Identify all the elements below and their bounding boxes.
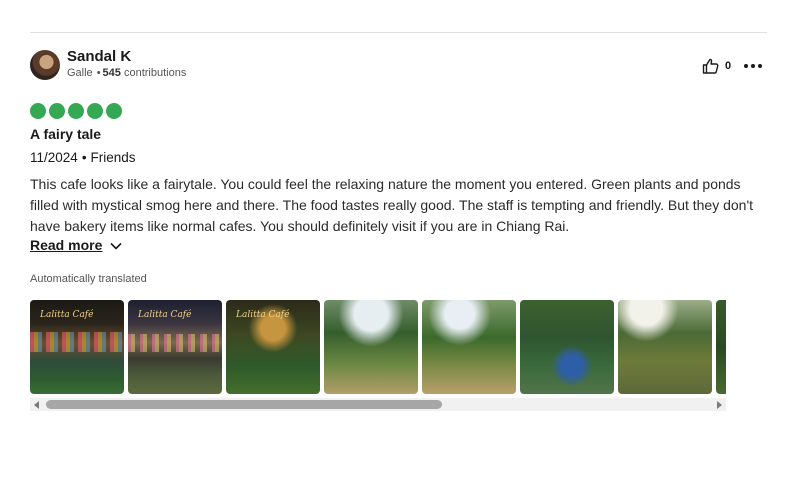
- top-divider: [30, 32, 767, 33]
- review-photo[interactable]: Lalitta Café: [128, 300, 222, 394]
- ellipsis-dot: [758, 64, 762, 68]
- gallery-scrollbar[interactable]: [30, 398, 726, 411]
- rating-bubble: [49, 103, 65, 119]
- rating-bubble: [87, 103, 103, 119]
- review-photo[interactable]: [618, 300, 712, 394]
- review-photo[interactable]: [520, 300, 614, 394]
- review-date-line: 11/2024 • Friends: [30, 150, 136, 165]
- meta-separator: •: [96, 67, 101, 79]
- more-options-button[interactable]: [744, 58, 762, 74]
- photo-decoration: [30, 332, 124, 352]
- user-meta: Galle • 545 contributions: [67, 67, 186, 79]
- scroll-left-arrow-icon[interactable]: [34, 401, 39, 409]
- chevron-down-icon: [110, 242, 122, 250]
- review-photo[interactable]: [422, 300, 516, 394]
- review-body: This cafe looks like a fairytale. You co…: [30, 176, 754, 234]
- rating-bubble: [106, 103, 122, 119]
- photo-sign: Lalitta Café: [138, 310, 192, 320]
- contributions-count: 545: [102, 67, 121, 79]
- photo-decoration: [128, 334, 222, 352]
- date-separator: •: [81, 150, 87, 165]
- review-photo[interactable]: Lalitta Café: [30, 300, 124, 394]
- scroll-right-arrow-icon[interactable]: [717, 401, 722, 409]
- trip-type: Friends: [90, 150, 136, 165]
- rating-bubble: [68, 103, 84, 119]
- user-name[interactable]: Sandal K: [67, 48, 131, 65]
- thumbs-up-icon: [702, 58, 719, 74]
- photo-sign: Lalitta Café: [236, 310, 290, 320]
- gallery-track: Lalitta Café Lalitta Café Lalitta Café: [30, 300, 726, 394]
- review-photo[interactable]: [324, 300, 418, 394]
- rating-bubble: [30, 103, 46, 119]
- contributions-label: contributions: [123, 67, 187, 79]
- translation-note: Automatically translated: [30, 273, 147, 285]
- ellipsis-dot: [751, 64, 755, 68]
- review-photo[interactable]: Lalitta Café: [226, 300, 320, 394]
- read-more-label: Read more: [30, 237, 103, 253]
- ellipsis-icon: [744, 64, 748, 68]
- avatar[interactable]: [30, 50, 60, 80]
- helpful-vote-button[interactable]: 0: [702, 58, 731, 74]
- review-title: A fairy tale: [30, 126, 102, 142]
- helpful-count: 0: [725, 60, 732, 72]
- read-more-button[interactable]: Read more: [30, 237, 122, 253]
- review-photo[interactable]: [716, 300, 726, 394]
- photo-sign: Lalitta Café: [40, 310, 94, 320]
- review-date: 11/2024: [30, 150, 78, 165]
- user-location: Galle: [67, 67, 93, 79]
- scrollbar-thumb[interactable]: [46, 400, 442, 409]
- rating-bubbles: [30, 103, 122, 119]
- photo-gallery[interactable]: Lalitta Café Lalitta Café Lalitta Café: [30, 300, 726, 395]
